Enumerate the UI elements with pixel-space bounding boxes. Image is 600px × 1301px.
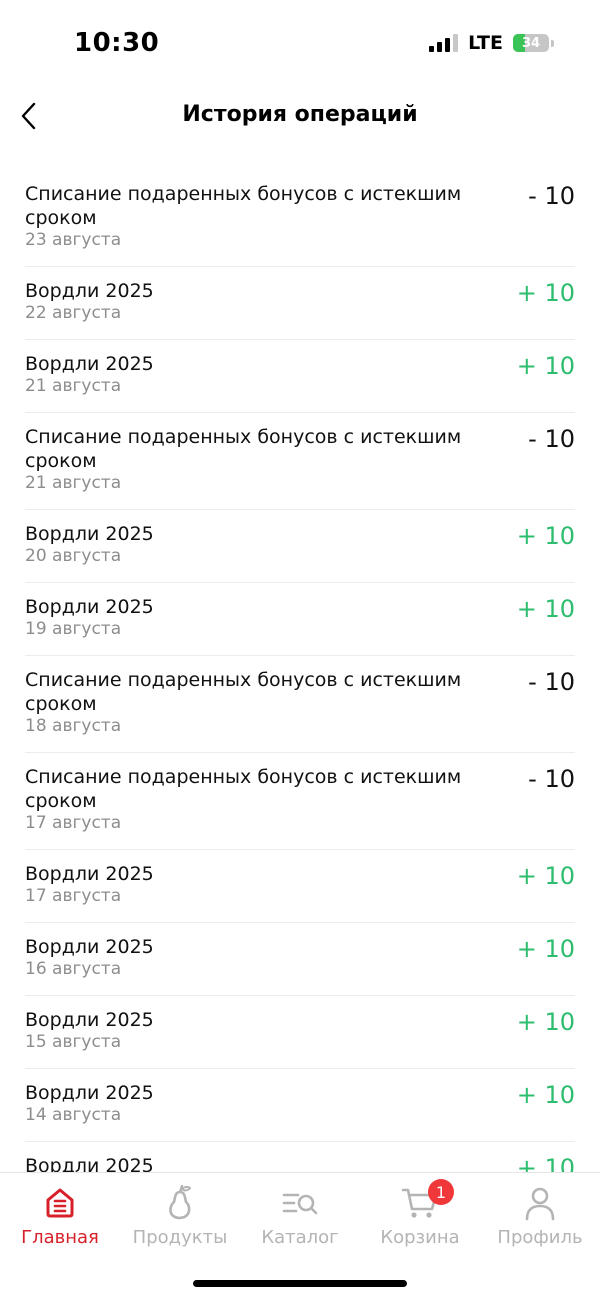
operation-title: Списание подаренных бонусов с истекшим с… bbox=[25, 183, 462, 229]
operation-date: 22 августа bbox=[25, 303, 122, 323]
operation-date: 15 августа bbox=[25, 1032, 122, 1052]
operation-title: Вордли 2025 bbox=[25, 1009, 154, 1031]
operation-date: 18 августа bbox=[25, 716, 122, 736]
tab-cart-label: Корзина bbox=[380, 1227, 460, 1248]
tab-catalog[interactable]: Каталог bbox=[240, 1173, 360, 1253]
operation-date: 19 августа bbox=[25, 619, 122, 639]
battery-icon: 34 bbox=[513, 34, 549, 52]
operation-title: Вордли 2025 bbox=[25, 353, 154, 375]
operation-title: Вордли 2025 bbox=[25, 863, 154, 885]
operation-title: Вордли 2025 bbox=[25, 523, 154, 545]
home-icon bbox=[40, 1183, 80, 1223]
operation-title: Вордли 2025 bbox=[25, 280, 154, 302]
operation-amount: + 10 bbox=[516, 862, 575, 890]
tab-products[interactable]: Продукты bbox=[120, 1173, 240, 1253]
tab-home-label: Главная bbox=[21, 1227, 99, 1248]
operation-title: Вордли 2025 bbox=[25, 596, 154, 618]
tab-home[interactable]: Главная bbox=[0, 1173, 120, 1253]
operation-amount: + 10 bbox=[516, 1008, 575, 1036]
operation-row: Списание подаренных бонусов с истекшим с… bbox=[25, 170, 575, 267]
pear-icon bbox=[160, 1183, 200, 1223]
operation-row: Списание подаренных бонусов с истекшим с… bbox=[25, 656, 575, 753]
operation-row: Списание подаренных бонусов с истекшим с… bbox=[25, 753, 575, 850]
operation-amount: - 10 bbox=[528, 668, 575, 696]
operation-title: Списание подаренных бонусов с истекшим с… bbox=[25, 426, 462, 472]
operation-amount: + 10 bbox=[516, 522, 575, 550]
battery-level: 34 bbox=[521, 35, 541, 51]
operation-date: 14 августа bbox=[25, 1105, 122, 1125]
operation-amount: - 10 bbox=[528, 765, 575, 793]
tab-profile[interactable]: Профиль bbox=[480, 1173, 600, 1253]
operation-amount: - 10 bbox=[528, 425, 575, 453]
operation-row: Вордли 2025 17 августа + 10 bbox=[25, 850, 575, 923]
operations-list: Списание подаренных бонусов с истекшим с… bbox=[25, 170, 575, 1215]
operation-date: 23 августа bbox=[25, 230, 122, 250]
signal-icon bbox=[429, 34, 459, 52]
catalog-search-icon bbox=[280, 1183, 320, 1223]
operation-date: 20 августа bbox=[25, 546, 122, 566]
header: История операций bbox=[0, 90, 600, 146]
tab-products-label: Продукты bbox=[132, 1227, 228, 1248]
operation-title: Вордли 2025 bbox=[25, 936, 154, 958]
operation-row: Вордли 2025 15 августа + 10 bbox=[25, 996, 575, 1069]
profile-icon bbox=[520, 1183, 560, 1223]
tab-cart[interactable]: 1 Корзина bbox=[360, 1173, 480, 1253]
page-title: История операций bbox=[182, 102, 418, 127]
operation-date: 21 августа bbox=[25, 376, 122, 396]
status-bar: 10:30 LTE 34 bbox=[0, 0, 600, 90]
operation-amount: - 10 bbox=[528, 182, 575, 210]
operation-row: Вордли 2025 19 августа + 10 bbox=[25, 583, 575, 656]
tab-profile-label: Профиль bbox=[497, 1227, 583, 1248]
operation-amount: + 10 bbox=[516, 595, 575, 623]
operation-row: Вордли 2025 20 августа + 10 bbox=[25, 510, 575, 583]
operation-date: 21 августа bbox=[25, 473, 122, 493]
tab-catalog-label: Каталог bbox=[261, 1227, 339, 1248]
battery-cap bbox=[551, 39, 554, 47]
status-time: 10:30 bbox=[74, 28, 160, 58]
status-indicators: LTE 34 bbox=[429, 32, 554, 54]
operation-row: Вордли 2025 16 августа + 10 bbox=[25, 923, 575, 996]
operation-row: Вордли 2025 21 августа + 10 bbox=[25, 340, 575, 413]
cart-badge: 1 bbox=[428, 1179, 454, 1205]
operation-amount: + 10 bbox=[516, 935, 575, 963]
operation-amount: + 10 bbox=[516, 352, 575, 380]
operation-row: Списание подаренных бонусов с истекшим с… bbox=[25, 413, 575, 510]
cart-icon: 1 bbox=[400, 1179, 454, 1223]
network-label: LTE bbox=[468, 32, 503, 54]
operation-row: Вордли 2025 22 августа + 10 bbox=[25, 267, 575, 340]
operation-row: Вордли 2025 14 августа + 10 bbox=[25, 1069, 575, 1142]
operation-amount: + 10 bbox=[516, 1081, 575, 1109]
operation-amount: + 10 bbox=[516, 279, 575, 307]
operation-date: 17 августа bbox=[25, 886, 122, 906]
operation-title: Списание подаренных бонусов с истекшим с… bbox=[25, 669, 462, 715]
operation-date: 17 августа bbox=[25, 813, 122, 833]
operation-title: Списание подаренных бонусов с истекшим с… bbox=[25, 766, 462, 812]
operation-title: Вордли 2025 bbox=[25, 1082, 154, 1104]
home-indicator bbox=[193, 1280, 407, 1287]
operation-date: 16 августа bbox=[25, 959, 122, 979]
